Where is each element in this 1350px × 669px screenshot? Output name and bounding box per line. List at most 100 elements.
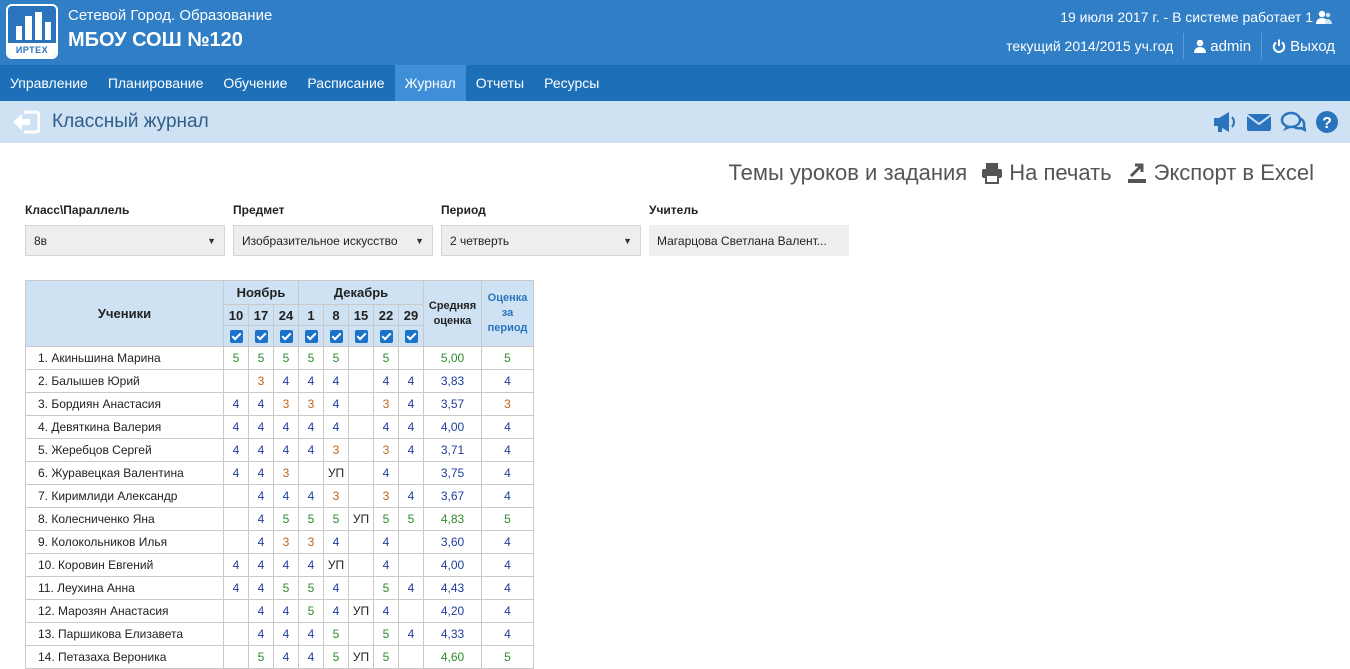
grade-cell[interactable]: 4: [248, 507, 274, 531]
period-mark-header[interactable]: Оценка за период: [481, 280, 534, 347]
student-name[interactable]: 8. Колесниченко Яна: [25, 507, 224, 531]
period-mark-cell[interactable]: 4: [481, 622, 534, 646]
period-mark-cell[interactable]: 4: [481, 530, 534, 554]
help-icon[interactable]: ?: [1314, 109, 1340, 135]
grade-cell[interactable]: 3: [373, 484, 399, 508]
grade-cell[interactable]: 4: [323, 576, 349, 600]
grade-cell[interactable]: 4: [248, 438, 274, 462]
student-name[interactable]: 13. Паршикова Елизавета: [25, 622, 224, 646]
grade-cell[interactable]: 4: [273, 484, 299, 508]
grade-cell[interactable]: 4: [273, 645, 299, 669]
day-header[interactable]: 24: [273, 304, 299, 326]
period-mark-cell[interactable]: 4: [481, 438, 534, 462]
grade-cell[interactable]: 4: [273, 369, 299, 393]
grade-cell[interactable]: 4: [398, 415, 424, 439]
grade-cell[interactable]: 4: [373, 461, 399, 485]
grade-cell[interactable]: [348, 461, 374, 485]
grade-cell[interactable]: [223, 507, 249, 531]
nav-item-management[interactable]: Управление: [0, 65, 98, 101]
grade-cell[interactable]: 4: [223, 392, 249, 416]
grade-cell[interactable]: 5: [273, 507, 299, 531]
grade-cell[interactable]: 4: [223, 438, 249, 462]
announcement-icon[interactable]: [1212, 109, 1238, 135]
grade-cell[interactable]: 5: [323, 507, 349, 531]
grade-cell[interactable]: 3: [373, 438, 399, 462]
grade-cell[interactable]: 4: [298, 484, 324, 508]
logout-button[interactable]: Выход: [1272, 38, 1335, 55]
nav-item-schedule[interactable]: Расписание: [297, 65, 394, 101]
grade-cell[interactable]: [398, 645, 424, 669]
subject-select[interactable]: Изобразительное искусство ▼: [233, 225, 433, 256]
grade-cell[interactable]: 4: [298, 553, 324, 577]
student-name[interactable]: 3. Бордиян Анастасия: [25, 392, 224, 416]
grade-cell[interactable]: 4: [323, 530, 349, 554]
nav-item-education[interactable]: Обучение: [213, 65, 297, 101]
period-mark-cell[interactable]: 3: [481, 392, 534, 416]
grade-cell[interactable]: [398, 599, 424, 623]
grade-cell[interactable]: 4: [323, 369, 349, 393]
grade-cell[interactable]: 3: [273, 461, 299, 485]
grade-cell[interactable]: 5: [273, 576, 299, 600]
user-menu[interactable]: admin: [1194, 38, 1251, 55]
grade-cell[interactable]: [348, 553, 374, 577]
day-select-checkbox[interactable]: [223, 325, 249, 347]
student-name[interactable]: 6. Журавецкая Валентина: [25, 461, 224, 485]
grade-cell[interactable]: 4: [248, 461, 274, 485]
grade-cell[interactable]: 4: [248, 392, 274, 416]
grade-cell[interactable]: 4: [248, 484, 274, 508]
grade-cell[interactable]: 5: [373, 507, 399, 531]
grade-cell[interactable]: 4: [398, 438, 424, 462]
grade-cell[interactable]: 4: [373, 530, 399, 554]
grade-cell[interactable]: 3: [298, 530, 324, 554]
grade-cell[interactable]: 4: [223, 415, 249, 439]
grade-cell[interactable]: [398, 530, 424, 554]
grade-cell[interactable]: УП: [348, 645, 374, 669]
grade-cell[interactable]: [298, 461, 324, 485]
grade-cell[interactable]: 4: [398, 576, 424, 600]
day-select-checkbox[interactable]: [348, 325, 374, 347]
student-name[interactable]: 2. Балышев Юрий: [25, 369, 224, 393]
grade-cell[interactable]: [348, 622, 374, 646]
grade-cell[interactable]: УП: [348, 507, 374, 531]
grade-cell[interactable]: 4: [323, 392, 349, 416]
grade-cell[interactable]: 5: [248, 346, 274, 370]
grade-cell[interactable]: 4: [248, 530, 274, 554]
grade-cell[interactable]: 3: [273, 530, 299, 554]
grade-cell[interactable]: 5: [298, 576, 324, 600]
grade-cell[interactable]: [348, 369, 374, 393]
grade-cell[interactable]: 5: [298, 599, 324, 623]
grade-cell[interactable]: 4: [298, 369, 324, 393]
day-select-checkbox[interactable]: [248, 325, 274, 347]
grade-cell[interactable]: 4: [223, 553, 249, 577]
grade-cell[interactable]: 5: [373, 645, 399, 669]
chat-icon[interactable]: [1280, 109, 1307, 135]
grade-cell[interactable]: [398, 553, 424, 577]
grade-cell[interactable]: [398, 461, 424, 485]
nav-item-planning[interactable]: Планирование: [98, 65, 214, 101]
day-header[interactable]: 22: [373, 304, 399, 326]
grade-cell[interactable]: [223, 369, 249, 393]
day-header[interactable]: 1: [298, 304, 324, 326]
grade-cell[interactable]: 4: [248, 415, 274, 439]
grade-cell[interactable]: 5: [373, 576, 399, 600]
grade-cell[interactable]: 3: [248, 369, 274, 393]
student-name[interactable]: 1. Акиньшина Марина: [25, 346, 224, 370]
logo[interactable]: ИРТЕХ: [6, 4, 58, 59]
grade-cell[interactable]: 5: [273, 346, 299, 370]
day-header[interactable]: 15: [348, 304, 374, 326]
grade-cell[interactable]: [348, 438, 374, 462]
day-select-checkbox[interactable]: [398, 325, 424, 347]
period-mark-cell[interactable]: 4: [481, 576, 534, 600]
student-name[interactable]: 14. Петазаха Вероника: [25, 645, 224, 669]
grade-cell[interactable]: 4: [398, 369, 424, 393]
student-name[interactable]: 12. Марозян Анастасия: [25, 599, 224, 623]
grade-cell[interactable]: 3: [323, 438, 349, 462]
grade-cell[interactable]: [223, 484, 249, 508]
grade-cell[interactable]: 3: [373, 392, 399, 416]
period-mark-cell[interactable]: 5: [481, 346, 534, 370]
grade-cell[interactable]: УП: [323, 553, 349, 577]
day-header[interactable]: 29: [398, 304, 424, 326]
grade-cell[interactable]: 4: [373, 553, 399, 577]
grade-cell[interactable]: [223, 622, 249, 646]
grade-cell[interactable]: 4: [373, 599, 399, 623]
